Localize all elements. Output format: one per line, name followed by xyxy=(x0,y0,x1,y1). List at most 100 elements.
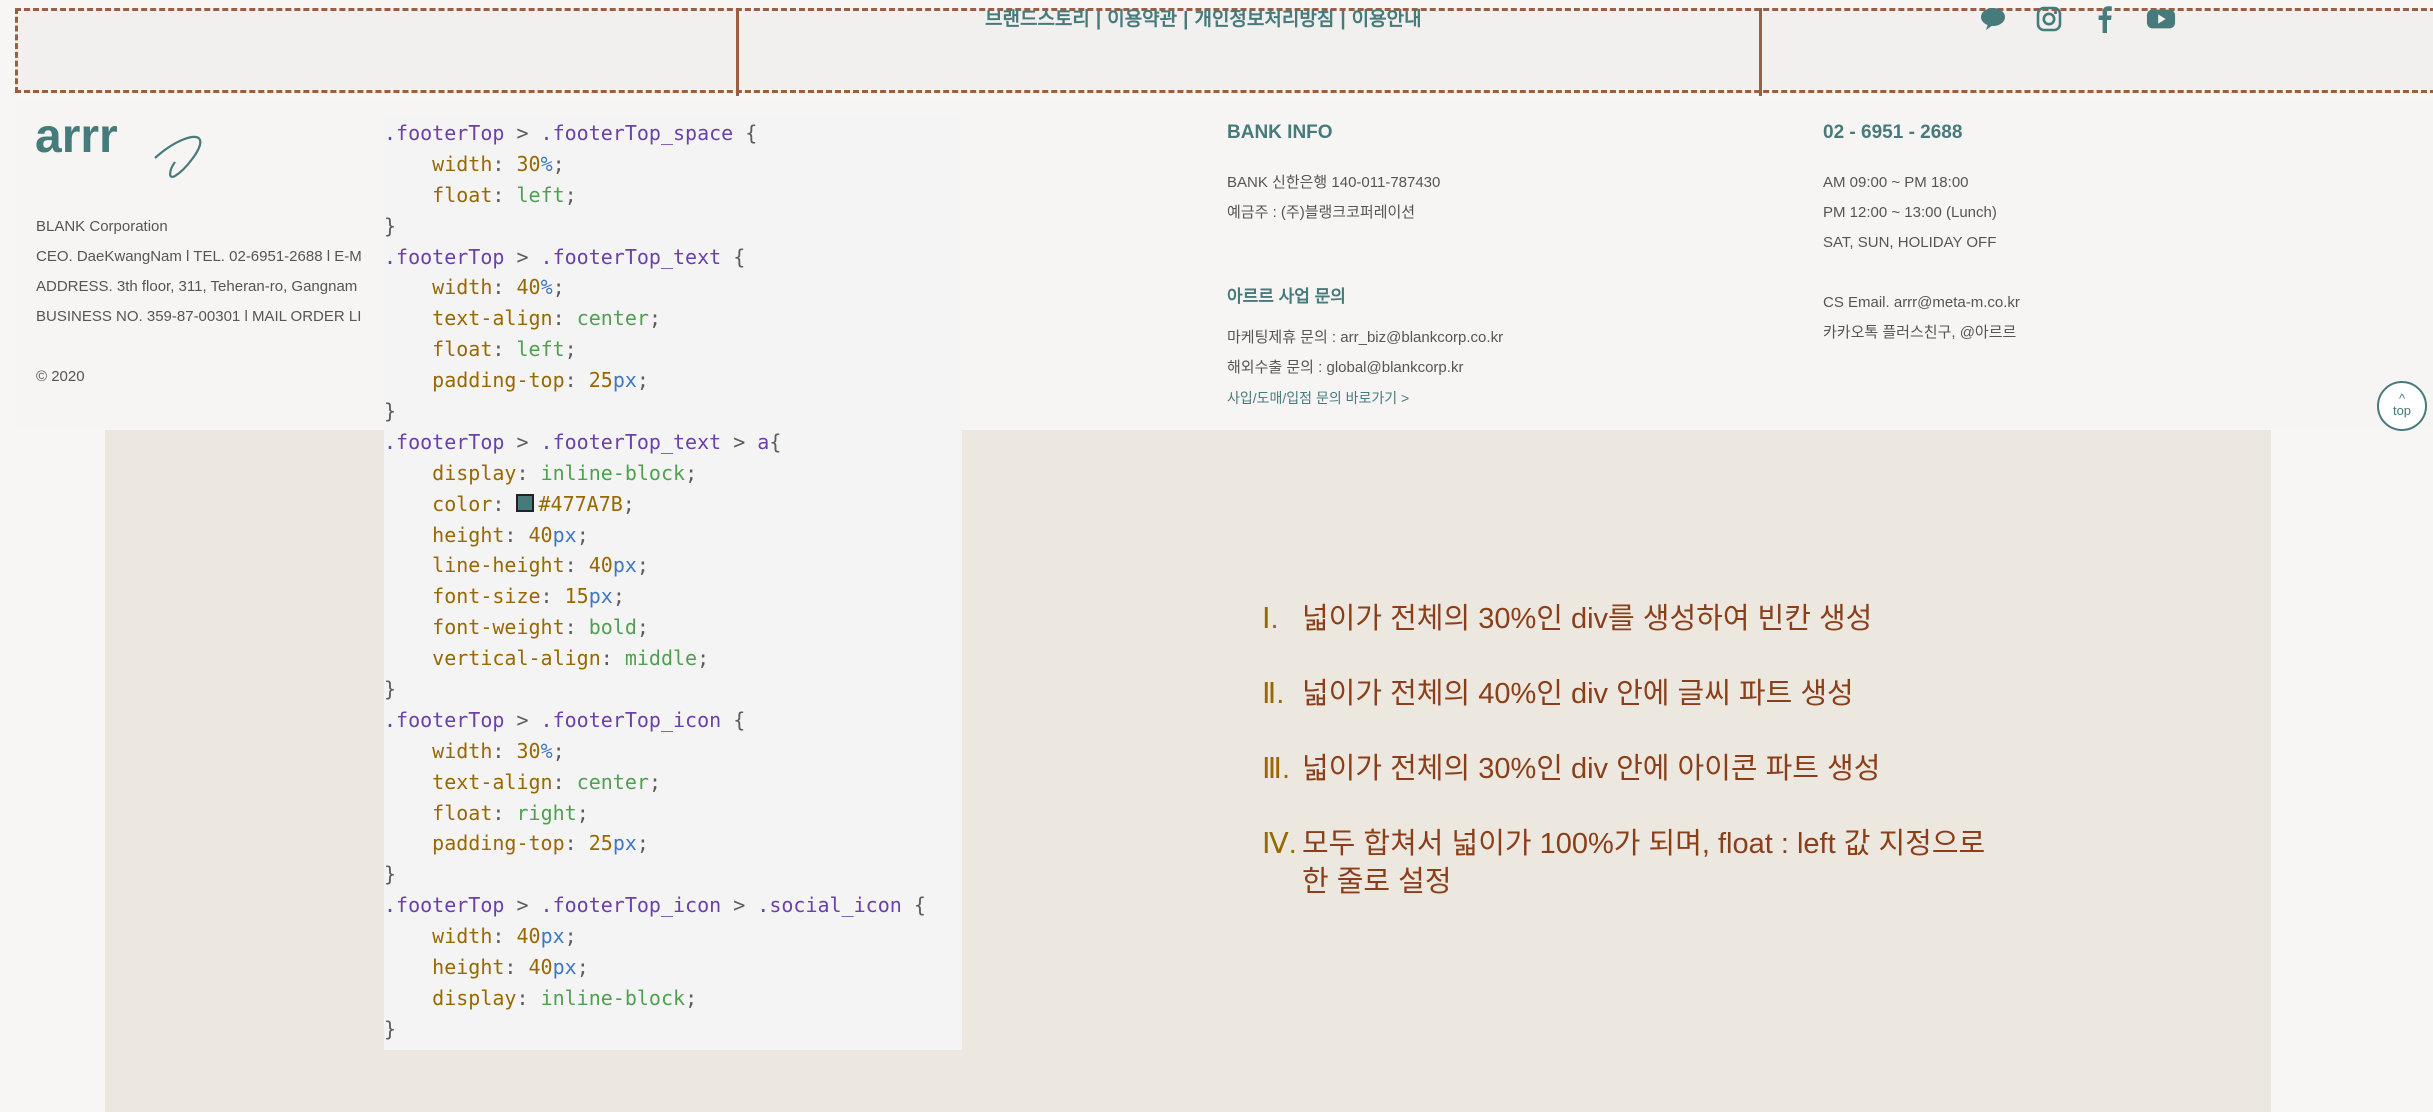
bank-info: BANK INFO BANK 신한은행 140-011-787430 예금주 :… xyxy=(1227,122,1440,228)
business-inquiry: 아르르 사업 문의 마케팅제휴 문의 : arr_biz@blankcorp.c… xyxy=(1227,282,1503,413)
code-token: width xyxy=(432,151,493,176)
code-token: color xyxy=(432,491,493,516)
company-address: ADDRESS. 3th floor, 311, Teheran-ro, Gan… xyxy=(36,278,358,295)
code-token: font-size xyxy=(432,584,541,609)
code-token: px xyxy=(540,924,565,949)
code-token: ; xyxy=(552,151,565,176)
code-token: 40 xyxy=(516,275,541,300)
youtube-icon[interactable] xyxy=(2146,4,2176,34)
code-token: : xyxy=(492,275,517,300)
code-token: bold xyxy=(588,615,637,640)
speech-bubble-icon[interactable] xyxy=(1978,4,2008,34)
note-item: Ⅰ. 넓이가 전체의 30%인 div를 생성하여 빈칸 생성 xyxy=(1262,600,1992,638)
code-token: : xyxy=(516,460,541,485)
code-token: float xyxy=(432,800,493,825)
code-token: inline-block xyxy=(540,985,686,1010)
code-token: .social_icon xyxy=(757,893,902,918)
code-token: ; xyxy=(636,553,649,578)
code-token: 30 xyxy=(516,151,541,176)
instagram-icon[interactable] xyxy=(2034,4,2064,34)
note-text: 모두 합쳐서 넓이가 100%가 되며, float : left 값 지정으로… xyxy=(1302,828,1986,898)
scroll-to-top-button[interactable]: ^ top xyxy=(2377,381,2427,431)
code-line: width: 40px; xyxy=(384,921,962,952)
code-token: : xyxy=(492,800,517,825)
bank-holder: 예금주 : (주)블랭크코퍼레이션 xyxy=(1227,204,1416,221)
link-privacy-policy[interactable]: 개인정보처리방침 xyxy=(1194,9,1334,30)
note-text: 넓이가 전체의 30%인 div 안에 아이콘 파트 생성 xyxy=(1302,753,1881,785)
code-token: 40 xyxy=(528,955,553,980)
code-token: } xyxy=(384,213,397,238)
separator: | xyxy=(1183,9,1189,30)
code-token: > xyxy=(504,121,541,145)
code-token: > xyxy=(504,244,541,269)
code-token: ; xyxy=(697,646,710,671)
code-token: float xyxy=(432,337,493,362)
company-name: BLANK Corporation xyxy=(36,218,168,235)
code-token: % xyxy=(540,275,553,300)
code-token: a xyxy=(757,429,770,454)
copyright: © 2020 xyxy=(36,368,85,385)
link-brand-story[interactable]: 브랜드스토리 xyxy=(985,9,1090,30)
code-token: : xyxy=(492,151,517,176)
code-token: .footerTop_icon xyxy=(540,707,722,732)
code-token: vertical-align xyxy=(432,646,601,671)
code-token: > xyxy=(721,893,758,918)
code-line: .footerTop > .footerTop_space { xyxy=(384,118,962,149)
logo-text: arrr xyxy=(35,110,118,163)
wholesale-inquiry-link[interactable]: 사입/도매/입점 문의 바로가기 > xyxy=(1227,383,1503,413)
note-text: 넓이가 전체의 30%인 div를 생성하여 빈칸 생성 xyxy=(1302,603,1873,635)
css-code-panel: .footerTop > .footerTop_space { width: 3… xyxy=(384,118,962,1050)
code-line: color: #477A7B; xyxy=(384,489,962,520)
link-terms[interactable]: 이용약관 xyxy=(1107,9,1177,30)
code-line: width: 30%; xyxy=(384,736,962,767)
code-token: padding-top xyxy=(432,831,565,856)
footer-top-links: 브랜드스토리 | 이용약관 | 개인정보처리방침 | 이용안내 xyxy=(985,4,1422,31)
code-token: text-align xyxy=(432,306,553,331)
note-text: 넓이가 전체의 40%인 div 안에 글씨 파트 생성 xyxy=(1302,678,1854,710)
code-token: ; xyxy=(576,800,589,825)
code-line: width: 30%; xyxy=(384,149,962,180)
code-token: { xyxy=(733,121,758,145)
link-usage-guide[interactable]: 이용안내 xyxy=(1352,9,1422,30)
code-token: px xyxy=(612,368,637,393)
facebook-icon[interactable] xyxy=(2090,4,2120,34)
code-token: px xyxy=(552,522,577,547)
note-item: Ⅱ. 넓이가 전체의 40%인 div 안에 글씨 파트 생성 xyxy=(1262,675,1992,713)
cs-kakao: 카카오톡 플러스친구, @아르르 xyxy=(1823,324,2017,341)
code-token: : xyxy=(504,955,529,980)
code-token: padding-top xyxy=(432,368,565,393)
code-line: } xyxy=(384,211,962,242)
code-line: } xyxy=(384,674,962,705)
code-token: .footerTop xyxy=(384,429,505,454)
brand-logo[interactable]: arrr xyxy=(35,110,205,195)
code-token: : xyxy=(504,522,529,547)
code-token: { xyxy=(721,244,746,269)
code-line: .footerTop > .footerTop_text > a{ xyxy=(384,427,962,458)
note-number: Ⅲ. xyxy=(1262,753,1291,785)
customer-service: 02 - 6951 - 2688 AM 09:00 ~ PM 18:00 PM … xyxy=(1823,122,2020,348)
code-token: ; xyxy=(564,337,577,362)
code-token: center xyxy=(576,769,649,794)
code-token: : xyxy=(600,646,625,671)
code-token: } xyxy=(384,399,397,424)
cs-lunch: PM 12:00 ~ 13:00 (Lunch) xyxy=(1823,204,1997,221)
code-line: font-weight: bold; xyxy=(384,612,962,643)
code-token: width xyxy=(432,924,493,949)
cs-hours: AM 09:00 ~ PM 18:00 xyxy=(1823,174,1969,191)
code-token: { xyxy=(721,707,746,732)
code-token: % xyxy=(540,738,553,763)
code-token: : xyxy=(540,584,565,609)
code-token: > xyxy=(504,429,541,454)
code-token: : xyxy=(564,368,589,393)
code-line: display: inline-block; xyxy=(384,983,962,1014)
code-token: ; xyxy=(564,182,577,207)
code-token: 40 xyxy=(516,924,541,949)
export-inquiry: 해외수출 문의 : global@blankcorp.kr xyxy=(1227,359,1464,376)
code-token: : xyxy=(492,182,517,207)
footer-info: arrr BLANK Corporation CEO. DaeKwangNam … xyxy=(15,100,2433,430)
